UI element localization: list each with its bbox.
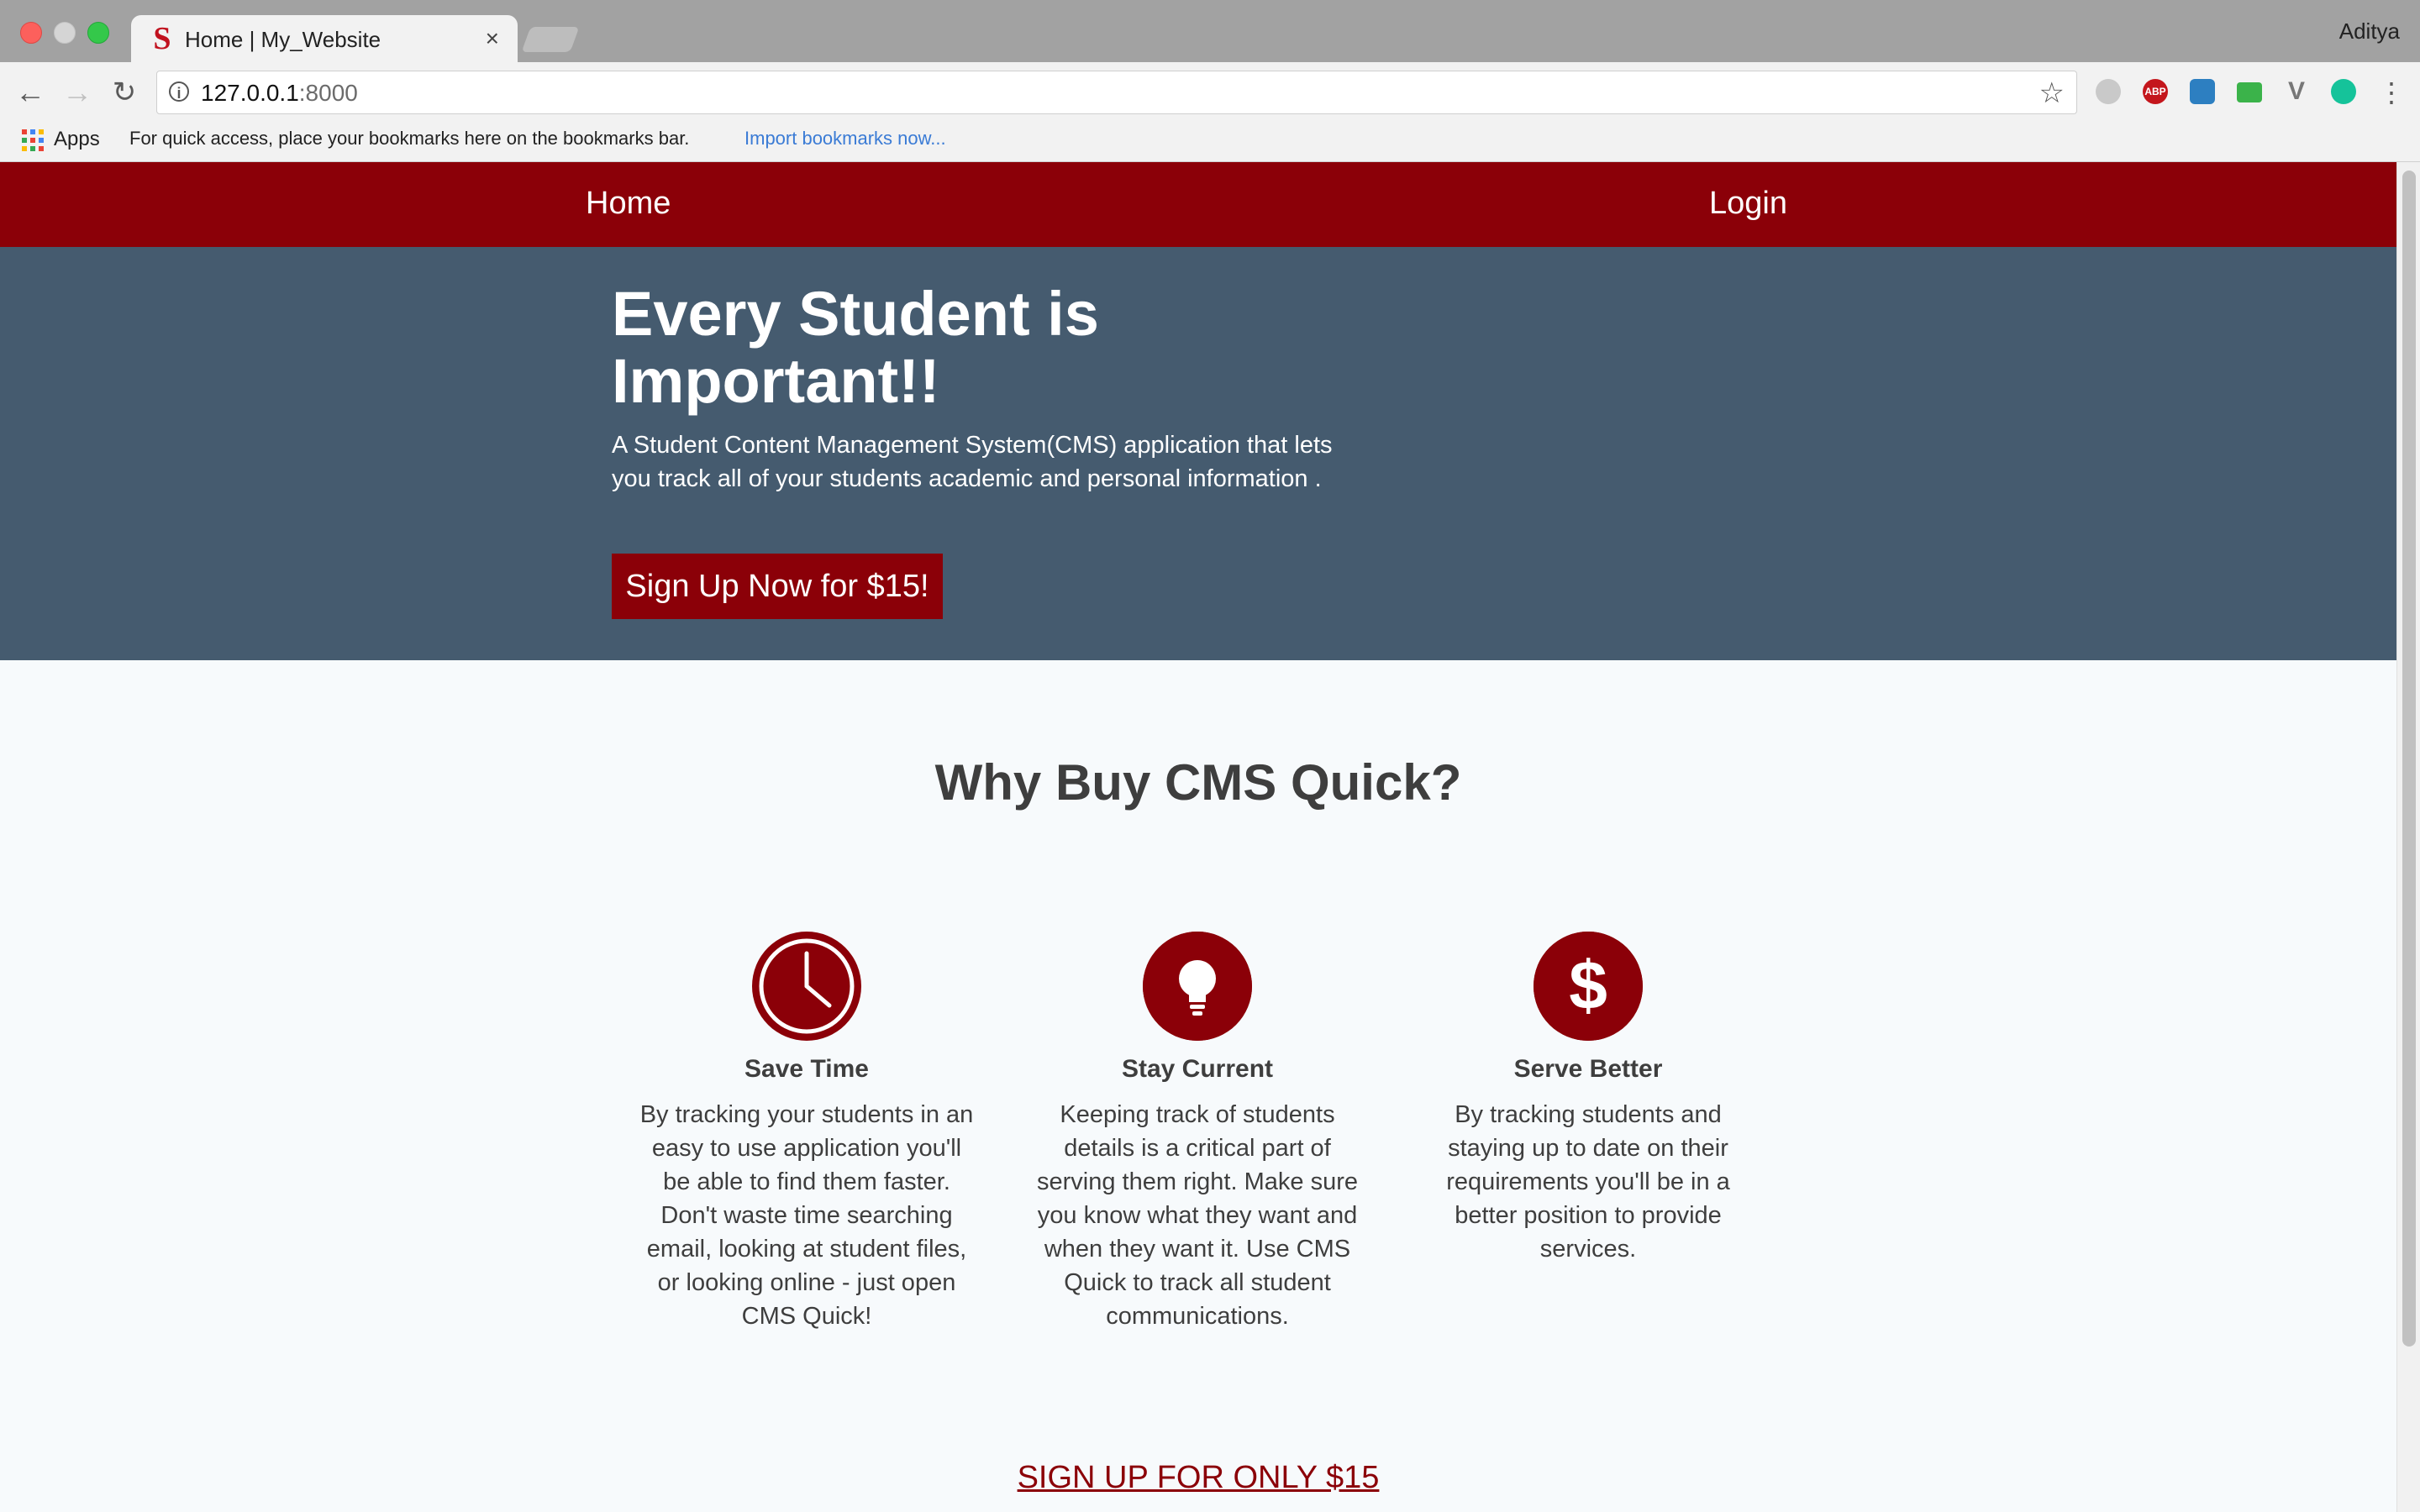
nav-login-link[interactable]: Login [1709,186,1787,222]
feature-text: By tracking students and staying up to d… [1446,1101,1730,1263]
grammarly-icon[interactable] [2331,79,2356,104]
feature-heading: Save Time [744,1055,869,1083]
tab-close-icon[interactable]: × [486,25,499,52]
close-window-button[interactable] [20,22,42,44]
tab-title: Home | My_Website [185,27,381,52]
url-text[interactable]: 127.0.0.1:8000 [201,80,358,107]
feature-serve-better: $ Serve Better By tracking students and … [1418,932,1758,1266]
compass-icon[interactable] [2190,79,2215,104]
feature-heading: Stay Current [1121,1055,1274,1083]
maximize-window-button[interactable] [87,22,109,44]
address-bar[interactable]: i 127.0.0.1:8000 ☆ [156,71,2077,114]
forward-arrow-icon[interactable]: → [62,77,92,108]
browser-tab-active[interactable]: S Home | My_Website × [131,15,518,62]
import-bookmarks-link[interactable]: Import bookmarks now... [744,128,946,150]
signup-cta-link[interactable]: SIGN UP FOR ONLY $15 [0,1460,2396,1496]
tv-icon[interactable] [2237,82,2262,102]
adblock-plus-icon[interactable]: ABP [2143,79,2168,104]
feature-save-time: Save Time By tracking your students in a… [637,932,976,1333]
bookmarks-bar: Apps For quick access, place your bookma… [0,123,2420,162]
scrollbar-thumb[interactable] [2402,171,2416,1347]
profile-name[interactable]: Aditya [2339,18,2400,45]
lightbulb-icon [1143,932,1252,1041]
why-title: Why Buy CMS Quick? [934,754,1462,811]
svg-text:$: $ [1569,948,1607,1024]
clock-icon [752,932,861,1041]
site-navbar: Home Login [0,162,2396,247]
vimeo-icon[interactable]: V [2284,79,2309,104]
browser-titlebar: S Home | My_Website × Aditya [0,0,2420,62]
feature-stay-current: Stay Current Keeping track of students d… [1028,932,1367,1333]
hero-title: Every Student is Important!! [612,279,1099,416]
feature-heading: Serve Better [1513,1055,1663,1083]
nav-home-link[interactable]: Home [586,186,671,222]
site-favicon-icon: S [153,21,171,56]
reload-icon[interactable]: ↻ [109,77,139,108]
menu-kebab-icon[interactable]: ⋮ [2376,77,2407,108]
skype-icon[interactable] [2096,79,2121,104]
page-scrollbar[interactable] [2396,162,2420,1512]
hero-section: Every Student is Important!! A Student C… [0,247,2396,660]
info-icon[interactable]: i [169,81,189,102]
back-arrow-icon[interactable]: ← [15,77,45,108]
feature-text: Keeping track of students details is a c… [1037,1101,1358,1330]
browser-toolbar: ← → ↻ i 127.0.0.1:8000 ☆ ABP V ⋮ [0,62,2420,123]
new-tab-button[interactable] [521,27,580,52]
feature-text: By tracking your students in an easy to … [639,1101,974,1330]
signup-button[interactable]: Sign Up Now for $15! [612,554,943,619]
dollar-icon: $ [1534,932,1643,1041]
minimize-window-button[interactable] [54,22,76,44]
page-viewport: Home Login Every Student is Important!! … [0,162,2396,1512]
bookmarks-hint: For quick access, place your bookmarks h… [129,128,690,149]
bookmark-star-icon[interactable]: ☆ [2039,76,2065,110]
apps-grid-icon[interactable] [22,129,44,151]
apps-label[interactable]: Apps [54,128,100,151]
hero-subtitle: A Student Content Management System(CMS)… [612,432,1333,492]
